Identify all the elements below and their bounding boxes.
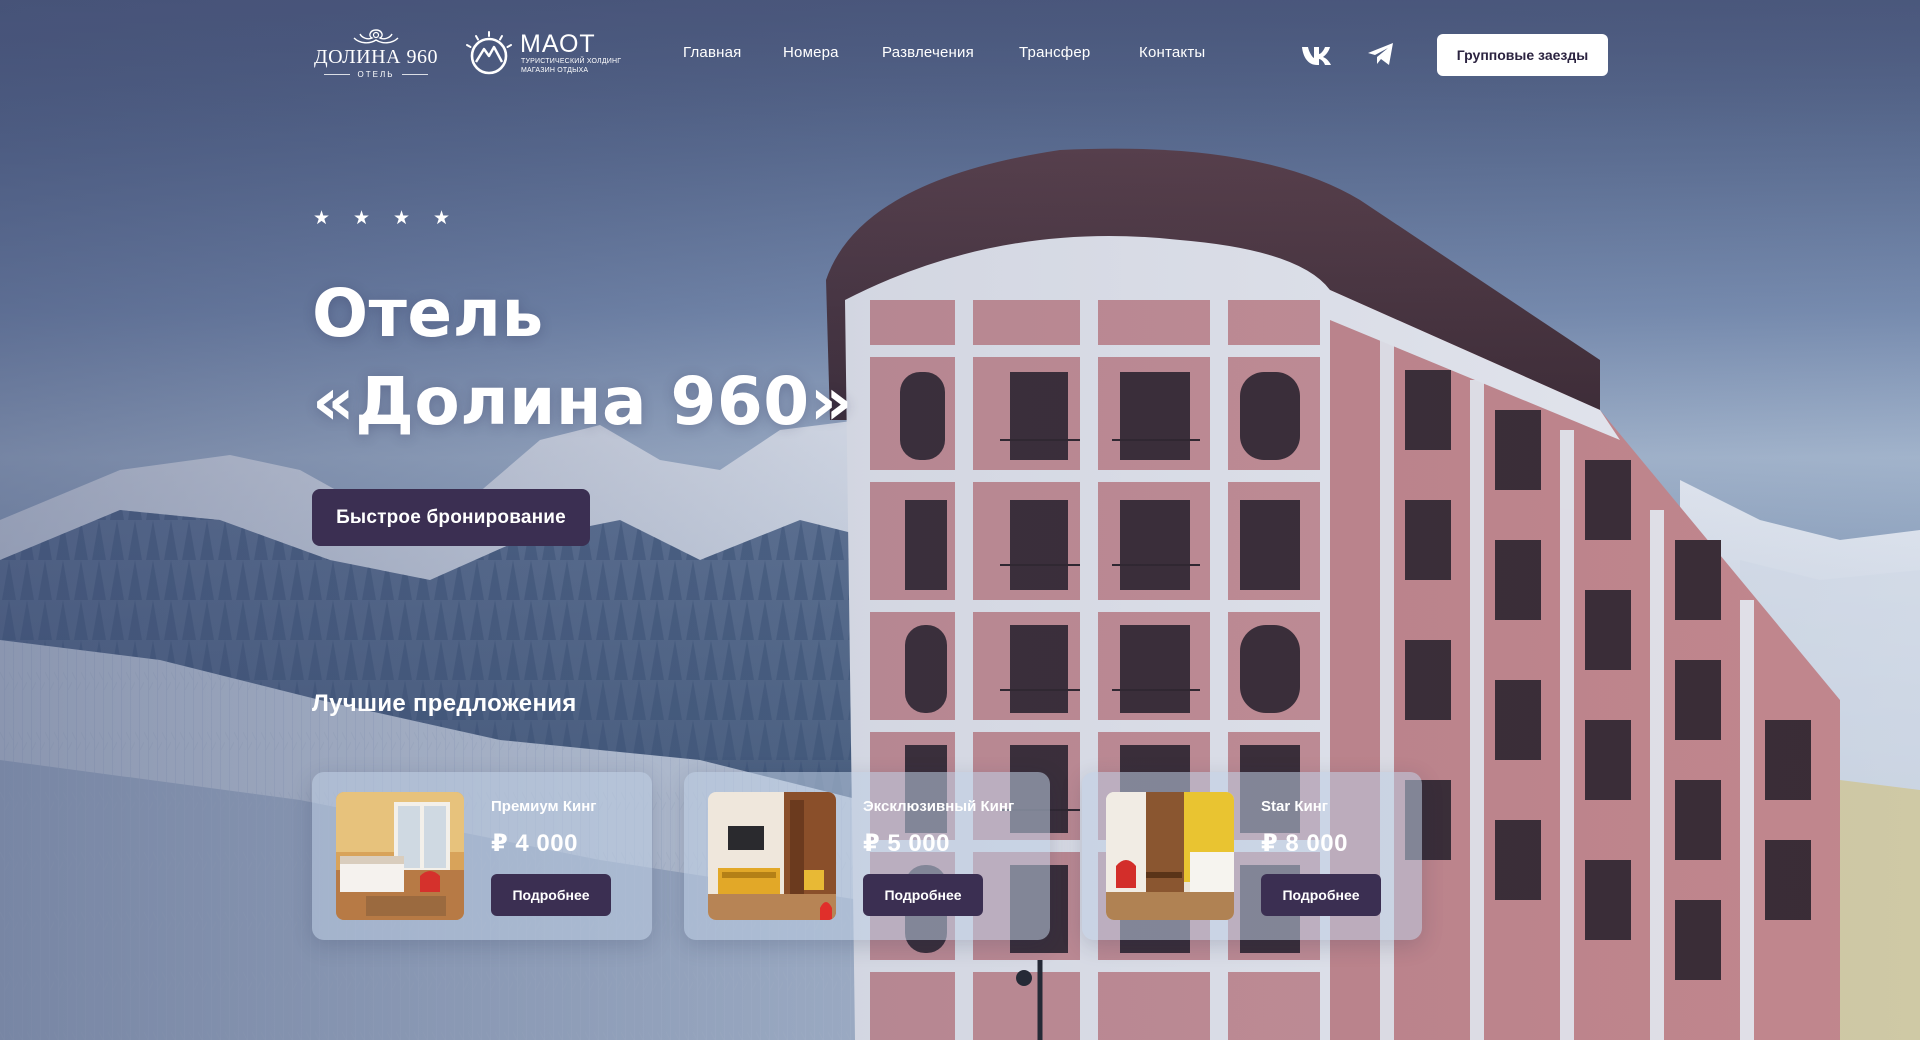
telegram-icon[interactable] bbox=[1366, 40, 1396, 73]
room-price: ₽ 8 000 bbox=[1261, 830, 1348, 857]
hotel-logo-name: ДОЛИНА 960 bbox=[314, 46, 438, 68]
nav-item-transfer[interactable]: Трансфер bbox=[1019, 44, 1090, 61]
star-icon: ★ bbox=[313, 208, 331, 229]
room-photo bbox=[1106, 792, 1234, 920]
title-line: Отель bbox=[312, 275, 544, 352]
room-photo bbox=[336, 792, 464, 920]
site-header: ДОЛИНА 960 ОТЕЛЬ МАОТ ТУРИСТИЧЕСКИЙ ХОЛД… bbox=[0, 0, 1920, 110]
offer-card[interactable]: Эксклюзивный Кинг ₽ 5 000 Подробнее bbox=[684, 772, 1050, 940]
room-name: Премиум Кинг bbox=[491, 798, 597, 815]
page-title: Отель «Долина 960» bbox=[312, 270, 872, 446]
room-price: ₽ 5 000 bbox=[863, 830, 950, 857]
star-icon: ★ bbox=[393, 208, 411, 229]
group-arrivals-button[interactable]: Групповые заезды bbox=[1437, 34, 1608, 76]
logo-divider bbox=[402, 74, 428, 75]
nav-item-contacts[interactable]: Контакты bbox=[1139, 44, 1205, 61]
offers-heading: Лучшие предложения bbox=[312, 690, 577, 717]
partner-logo-sub: МАГАЗИН ОТДЫХА bbox=[521, 67, 589, 74]
offer-card[interactable]: Премиум Кинг ₽ 4 000 Подробнее bbox=[312, 772, 652, 940]
sun-mountain-logo-icon bbox=[466, 31, 512, 75]
nav-item-home[interactable]: Главная bbox=[683, 44, 742, 61]
room-name: Эксклюзивный Кинг bbox=[863, 798, 1015, 815]
partner-logo-name: МАОТ bbox=[520, 30, 596, 58]
vk-icon[interactable] bbox=[1300, 40, 1336, 73]
details-button[interactable]: Подробнее bbox=[863, 874, 983, 916]
details-button[interactable]: Подробнее bbox=[491, 874, 611, 916]
nav-item-rooms[interactable]: Номера bbox=[783, 44, 839, 61]
star-icon: ★ bbox=[433, 208, 451, 229]
partner-logo-sub: ТУРИСТИЧЕСКИЙ ХОЛДИНГ bbox=[521, 58, 622, 65]
quick-booking-button[interactable]: Быстрое бронирование bbox=[312, 489, 590, 546]
room-name: Star Кинг bbox=[1261, 798, 1329, 815]
hotel-logo[interactable]: ДОЛИНА 960 ОТЕЛЬ bbox=[312, 28, 440, 82]
star-icon: ★ bbox=[353, 208, 371, 229]
offer-card[interactable]: Star Кинг ₽ 8 000 Подробнее bbox=[1082, 772, 1422, 940]
nav-item-entertainment[interactable]: Развлечения bbox=[882, 44, 974, 61]
room-photo bbox=[708, 792, 836, 920]
partner-logo[interactable]: МАОТ ТУРИСТИЧЕСКИЙ ХОЛДИНГ МАГАЗИН ОТДЫХ… bbox=[464, 30, 621, 78]
logo-ornament-icon bbox=[353, 29, 399, 44]
details-button[interactable]: Подробнее bbox=[1261, 874, 1381, 916]
title-line: «Долина 960» bbox=[312, 363, 853, 440]
room-price: ₽ 4 000 bbox=[491, 830, 578, 857]
